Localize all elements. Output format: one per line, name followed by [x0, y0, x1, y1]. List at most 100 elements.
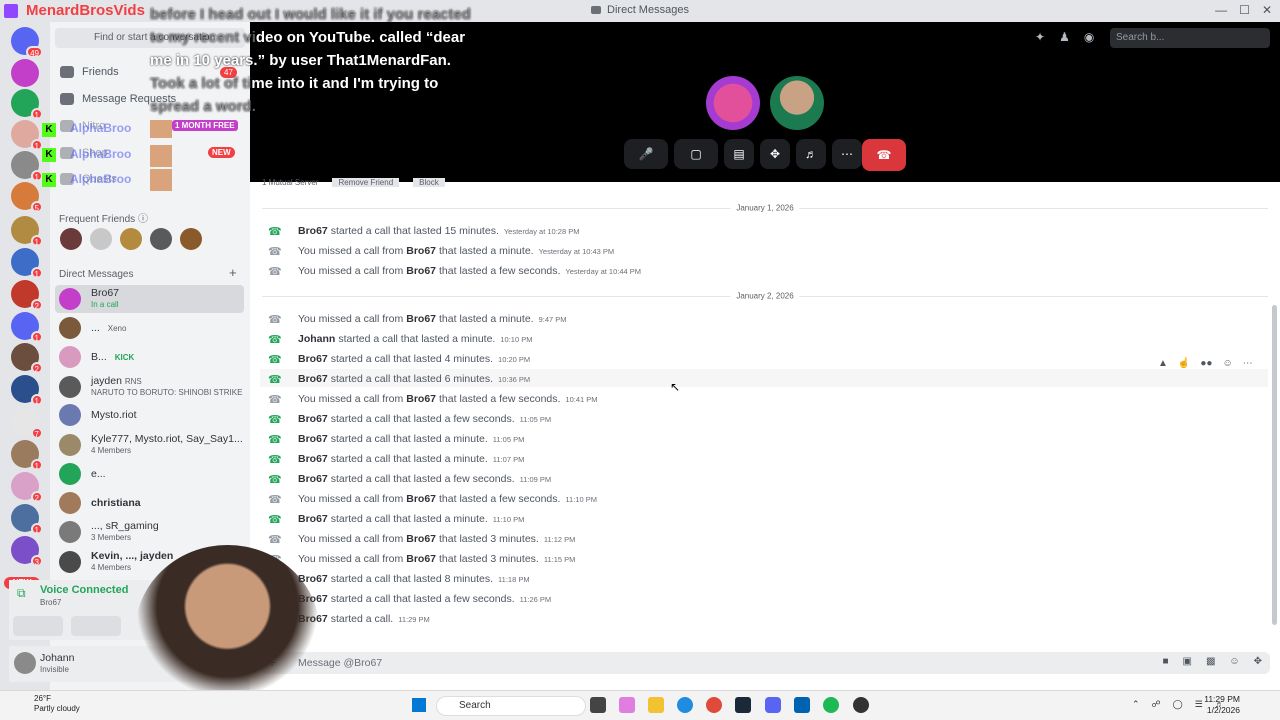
username[interactable]: Bro67	[298, 513, 328, 525]
friend-avatar[interactable]	[120, 228, 142, 250]
camera-toggle-button[interactable]: ▢	[674, 139, 718, 169]
message-composer[interactable]: + Message @Bro67 ■ ▣ ▩ ☺ ✥	[260, 652, 1270, 674]
discord-icon[interactable]	[765, 697, 781, 713]
chevron-up-icon[interactable]: ⌃	[1132, 699, 1140, 710]
username[interactable]: Bro67	[406, 313, 436, 325]
camera-button[interactable]	[13, 616, 63, 636]
server-icon[interactable]: 1	[11, 89, 43, 120]
username[interactable]: Bro67	[298, 353, 328, 365]
add-reaction-icon[interactable]: ☺	[1222, 358, 1232, 369]
server-icon[interactable]: 5	[11, 182, 43, 213]
friend-avatar[interactable]	[150, 228, 172, 250]
dm-item[interactable]: e...	[55, 460, 244, 488]
server-icon[interactable]	[11, 59, 39, 87]
server-icon[interactable]: 7	[11, 408, 43, 439]
minimize-icon[interactable]: —	[1215, 3, 1227, 17]
soundboard-button[interactable]: ♬	[796, 139, 826, 169]
username[interactable]: Bro67	[406, 493, 436, 505]
username[interactable]: Bro67	[406, 393, 436, 405]
friend-avatar[interactable]	[60, 228, 82, 250]
username[interactable]: Bro67	[298, 225, 328, 237]
terminal-icon[interactable]	[590, 697, 606, 713]
hang-up-button[interactable]: ☎	[862, 139, 906, 171]
screen-share-button[interactable]: ▤	[724, 139, 754, 169]
username[interactable]: Johann	[298, 333, 335, 345]
block-button[interactable]: Block	[413, 178, 445, 187]
friend-avatar[interactable]	[90, 228, 112, 250]
username[interactable]: Bro67	[406, 265, 436, 277]
username[interactable]: Bro67	[406, 553, 436, 565]
more-icon[interactable]: ⋯	[1243, 358, 1253, 369]
sticker-icon[interactable]: ▩	[1206, 656, 1215, 667]
server-icon[interactable]: 1	[11, 504, 43, 535]
server-icon[interactable]: 1	[11, 151, 43, 182]
avatar	[59, 551, 81, 573]
nav-friends[interactable]: Friends	[60, 66, 119, 78]
server-icon[interactable]: 1	[11, 216, 43, 247]
network-icon[interactable]: ☍	[1152, 699, 1161, 710]
username[interactable]: Bro67	[298, 433, 328, 445]
dm-item[interactable]: ..., sR_gaming 3 Members	[55, 518, 244, 546]
windows-start-icon[interactable]	[412, 698, 426, 712]
reaction-icon[interactable]: ▲	[1158, 358, 1168, 369]
dm-item[interactable]: christiana	[55, 489, 244, 517]
server-icon[interactable]: 1	[11, 312, 43, 343]
dm-item[interactable]: Kyle777, Mysto.riot, Say_Say1... 4 Member…	[55, 431, 244, 459]
avatar[interactable]	[14, 652, 36, 674]
activities-button[interactable]: ✥	[760, 139, 790, 169]
home-dm-button[interactable]: 49	[11, 27, 43, 58]
obs-icon[interactable]	[853, 697, 869, 713]
username[interactable]: Bro67	[406, 533, 436, 545]
server-icon[interactable]: 1	[11, 120, 43, 151]
wifi-icon[interactable]: ☰	[1195, 699, 1203, 710]
edge-icon[interactable]	[677, 697, 693, 713]
steam-icon[interactable]	[735, 697, 751, 713]
gift-icon[interactable]: ■	[1162, 656, 1168, 667]
server-icon[interactable]: 2	[11, 343, 43, 374]
search-input[interactable]: Search b...	[1110, 28, 1270, 48]
server-icon[interactable]: 1	[11, 375, 43, 406]
more-button[interactable]: ⋯	[832, 139, 862, 169]
dm-item[interactable]: Bro67 In a call	[55, 285, 244, 313]
dm-item[interactable]: Mysto.riot	[55, 401, 244, 429]
scrollbar[interactable]	[1272, 305, 1277, 625]
spotify-icon[interactable]	[823, 697, 839, 713]
server-icon[interactable]: 1	[11, 440, 43, 471]
thumbs-up-icon[interactable]: ☝	[1178, 358, 1190, 369]
profile-icon[interactable]: ◉	[1084, 30, 1094, 44]
server-icon[interactable]: 2	[11, 280, 43, 311]
dm-item[interactable]: jayden RNS NARUTO TO BORUTO: SHINOBI STRI…	[55, 373, 244, 401]
friend-avatar[interactable]	[180, 228, 202, 250]
username[interactable]: Bro67	[298, 473, 328, 485]
chrome-icon[interactable]	[706, 697, 722, 713]
voice-channel[interactable]: Bro67	[40, 598, 61, 607]
emoji-icon[interactable]: ☺	[1229, 656, 1239, 667]
folder-icon[interactable]	[648, 697, 664, 713]
apps-icon[interactable]: ✥	[1254, 656, 1262, 667]
close-icon[interactable]: ✕	[1262, 3, 1272, 17]
server-icon[interactable]: 3	[11, 536, 43, 567]
server-icon[interactable]: 1	[11, 248, 43, 279]
dm-item[interactable]: ... Xeno	[55, 314, 244, 342]
clock[interactable]: 11:29 PM 1/2/2026	[1204, 694, 1240, 716]
username[interactable]: Bro67	[406, 245, 436, 257]
weather-widget[interactable]: 26°F Partly cloudy	[20, 694, 80, 714]
copilot-icon[interactable]	[619, 697, 635, 713]
create-dm-button[interactable]: +	[229, 265, 237, 280]
gif-icon[interactable]: ▣	[1182, 656, 1191, 667]
taskbar-search[interactable]: Search	[436, 696, 586, 716]
pin-icon[interactable]: ✦	[1035, 30, 1045, 44]
dm-item[interactable]: B... KICK	[55, 343, 244, 371]
remove-friend-button[interactable]: Remove Friend	[332, 178, 400, 187]
mic-icon[interactable]: ◯	[1173, 699, 1183, 710]
maximize-icon[interactable]: ☐	[1239, 3, 1250, 17]
username[interactable]: Bro67	[298, 373, 328, 385]
microphone-button[interactable]: 🎤	[624, 139, 668, 169]
store-icon[interactable]	[794, 697, 810, 713]
username[interactable]: Bro67	[298, 453, 328, 465]
eyes-icon[interactable]: ●●	[1200, 358, 1212, 369]
server-icon[interactable]: 2	[11, 472, 43, 503]
add-friend-icon[interactable]: ♟	[1059, 30, 1070, 44]
screenshare-button[interactable]	[71, 616, 121, 636]
username[interactable]: Bro67	[298, 413, 328, 425]
